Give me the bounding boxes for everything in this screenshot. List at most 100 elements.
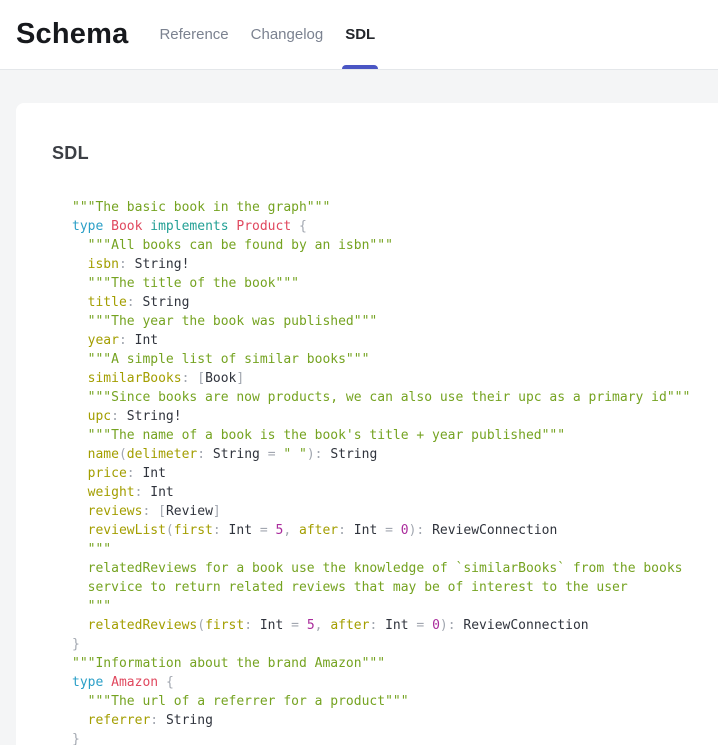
code-token-num: 0 [432, 618, 440, 633]
code-line: } [72, 730, 698, 745]
code-token-pun: = [252, 523, 275, 538]
code-token-typ: Book [205, 371, 236, 386]
code-token-fld: relatedReviews [72, 618, 197, 633]
code-token-fld: first [174, 523, 213, 538]
code-token-kw: type [72, 675, 111, 690]
code-token-doc: """The url of a referrer for a product""… [72, 694, 409, 709]
code-token-typ: Int [385, 618, 408, 633]
code-token-pun: : [150, 713, 166, 728]
code-line: reviews: [Review] [72, 502, 698, 521]
code-token-pun: , [283, 523, 299, 538]
code-token-pun: : [119, 257, 135, 272]
code-token-fld: reviewList [72, 523, 166, 538]
code-token-pun: ( [119, 447, 127, 462]
active-tab-indicator [342, 65, 378, 69]
tab-label: Changelog [251, 26, 324, 43]
code-token-fld: after [330, 618, 369, 633]
code-token-pun: : [111, 409, 127, 424]
code-token-doc: """ [72, 542, 111, 557]
sdl-card-heading: SDL [52, 143, 698, 164]
code-token-fld: delimeter [127, 447, 197, 462]
code-token-typ: String [166, 713, 213, 728]
code-token-pun: = [283, 618, 306, 633]
code-token-pun: ( [166, 523, 174, 538]
code-token-typ: Int [150, 485, 173, 500]
code-line: """The basic book in the graph""" [72, 198, 698, 217]
code-token-pun: = [260, 447, 283, 462]
tab-changelog[interactable]: Changelog [250, 0, 325, 69]
code-line: """The title of the book""" [72, 274, 698, 293]
code-token-kw: type [72, 219, 111, 234]
code-token-pun: ] [213, 504, 221, 519]
code-line: """A simple list of similar books""" [72, 350, 698, 369]
code-line: name(delimeter: String = " "): String [72, 445, 698, 464]
code-token-fld: weight [72, 485, 135, 500]
code-token-fld: price [72, 466, 127, 481]
tab-label: SDL [345, 26, 375, 43]
code-line: """The name of a book is the book's titl… [72, 426, 698, 445]
code-token-typ: Int [142, 466, 165, 481]
code-token-fld: referrer [72, 713, 150, 728]
code-token-fld: name [72, 447, 119, 462]
code-token-fld: reviews [72, 504, 142, 519]
code-token-pun: : [ [142, 504, 165, 519]
code-token-cls: Amazon [111, 675, 166, 690]
code-token-pun: : [244, 618, 260, 633]
code-token-typ: String [142, 295, 189, 310]
code-token-pun: : [119, 333, 135, 348]
code-token-fld: isbn [72, 257, 119, 272]
code-token-doc: """The basic book in the graph""" [72, 200, 330, 215]
code-line: """Information about the brand Amazon""" [72, 654, 698, 673]
code-token-typ: Int [135, 333, 158, 348]
code-token-typ: Int [260, 618, 283, 633]
code-token-typ: String [330, 447, 377, 462]
code-token-num: 0 [401, 523, 409, 538]
page-title: Schema [0, 18, 128, 51]
code-token-doc: """A simple list of similar books""" [72, 352, 369, 367]
code-line: referrer: String [72, 711, 698, 730]
code-token-typ: ReviewConnection [432, 523, 557, 538]
code-token-pun: ( [197, 618, 205, 633]
code-token-pun: ): [307, 447, 330, 462]
code-line: type Amazon { [72, 673, 698, 692]
code-line: """ [72, 540, 698, 559]
code-token-pun: } [72, 732, 80, 745]
code-token-doc: """The title of the book""" [72, 276, 299, 291]
code-token-typ: Review [166, 504, 213, 519]
code-token-pun: : [338, 523, 354, 538]
page-header: Schema Reference Changelog SDL [0, 0, 718, 70]
code-token-pun: } [72, 637, 80, 652]
code-token-pun: : [197, 447, 213, 462]
code-token-pun: : [ [182, 371, 205, 386]
code-token-doc: """Information about the brand Amazon""" [72, 656, 385, 671]
code-line: similarBooks: [Book] [72, 369, 698, 388]
code-token-fld: title [72, 295, 127, 310]
page-body: SDL """The basic book in the graph""" typ… [0, 70, 718, 745]
code-token-doc: """The year the book was published""" [72, 314, 377, 329]
code-token-typ: Int [354, 523, 377, 538]
code-token-fld: upc [72, 409, 111, 424]
code-token-pun: = [377, 523, 400, 538]
code-token-fld: similarBooks [72, 371, 182, 386]
code-line: isbn: String! [72, 255, 698, 274]
code-token-cls: Product [236, 219, 299, 234]
code-token-str: " " [283, 447, 306, 462]
code-token-pun: = [409, 618, 432, 633]
tab-label: Reference [159, 26, 228, 43]
tab-reference[interactable]: Reference [158, 0, 229, 69]
code-line: } [72, 635, 698, 654]
code-line: """Since books are now products, we can … [72, 388, 698, 407]
sdl-card: SDL """The basic book in the graph""" typ… [16, 103, 718, 745]
code-token-typ: String! [135, 257, 190, 272]
code-line: relatedReviews(first: Int = 5, after: In… [72, 616, 698, 635]
code-token-doc: """Since books are now products, we can … [72, 390, 690, 405]
tab-bar: Reference Changelog SDL [158, 0, 376, 69]
code-token-pun: ): [440, 618, 463, 633]
tab-sdl[interactable]: SDL [344, 0, 376, 69]
code-line: """The year the book was published""" [72, 312, 698, 331]
code-line: """The url of a referrer for a product""… [72, 692, 698, 711]
code-token-pun: : [127, 466, 143, 481]
code-line: type Book implements Product { [72, 217, 698, 236]
code-line: upc: String! [72, 407, 698, 426]
code-token-doc: """The name of a book is the book's titl… [72, 428, 565, 443]
